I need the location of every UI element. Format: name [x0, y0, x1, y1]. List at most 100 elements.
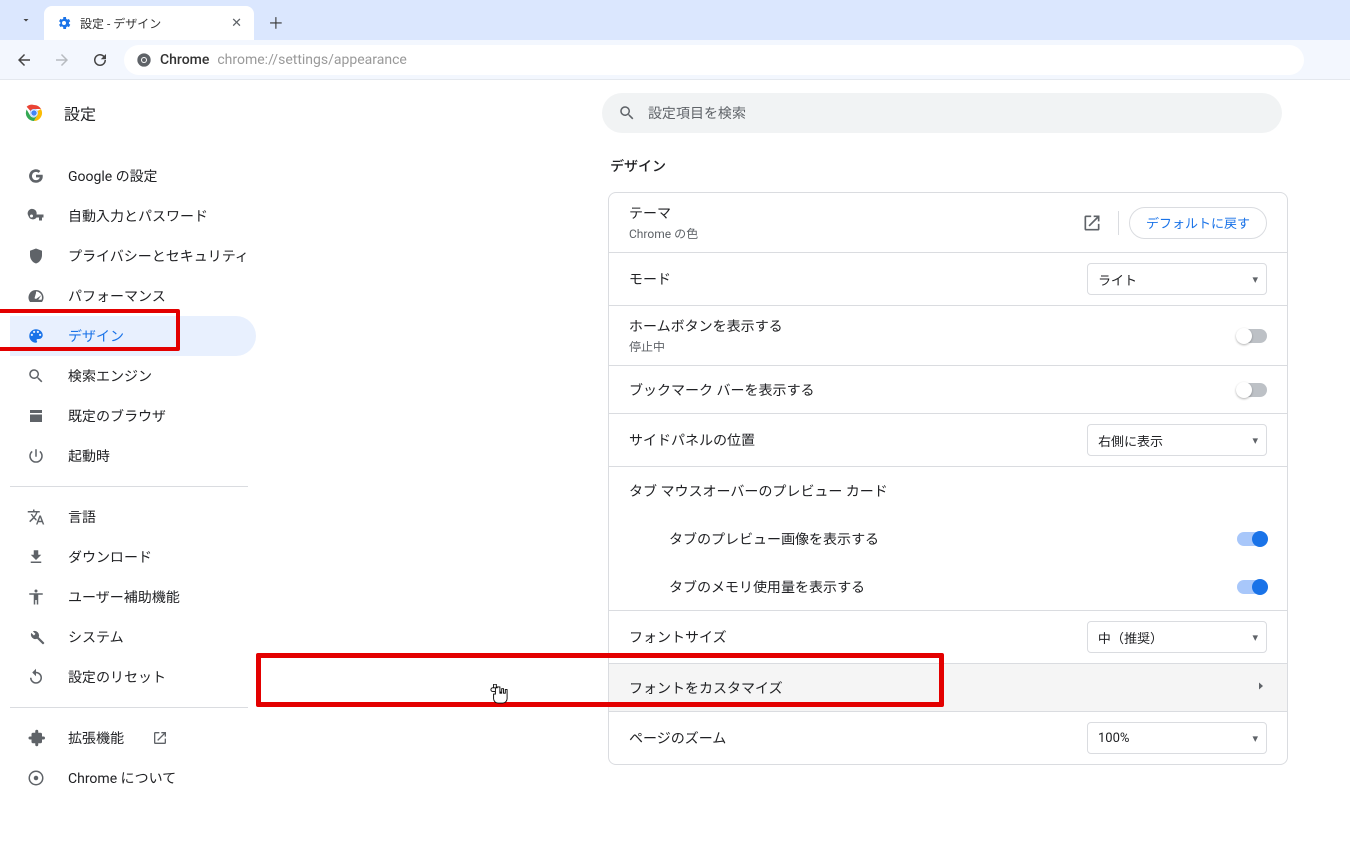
gear-icon — [56, 15, 72, 31]
sidebar-item-about[interactable]: Chrome について — [10, 758, 256, 798]
tab-preview-toggle[interactable] — [1237, 532, 1267, 546]
chevron-down-icon — [20, 14, 32, 26]
sidebar-item-google[interactable]: Google の設定 — [10, 156, 256, 196]
row-theme: テーマ Chrome の色 デフォルトに戻す — [609, 193, 1287, 253]
row-title: ホームボタンを表示する — [629, 316, 783, 336]
sidebar-item-search-engine[interactable]: 検索エンジン — [10, 356, 256, 396]
sidebar-item-reset[interactable]: 設定のリセット — [10, 657, 256, 697]
close-tab-button[interactable]: ✕ — [231, 16, 242, 31]
arrow-right-icon — [53, 51, 71, 69]
bookmarks-bar-toggle[interactable] — [1237, 383, 1267, 397]
tab-search-button[interactable] — [14, 8, 38, 32]
sidebar-item-system[interactable]: システム — [10, 617, 256, 657]
row-font-size: フォントサイズ 中（推奨） — [609, 611, 1287, 664]
sidebar-item-on-startup[interactable]: 起動時 — [10, 436, 256, 476]
settings-main: デザイン テーマ Chrome の色 デフォルトに戻す モード ライト ホームボ — [260, 146, 1350, 798]
settings-search[interactable]: 設定項目を検索 — [602, 93, 1282, 133]
row-title: タブ マウスオーバーのプレビュー カード — [629, 481, 888, 501]
sidebar-item-default-browser[interactable]: 既定のブラウザ — [10, 396, 256, 436]
address-bar[interactable]: Chrome chrome://settings/appearance — [124, 45, 1304, 75]
row-title: サイドパネルの位置 — [629, 430, 755, 450]
reset-theme-button[interactable]: デフォルトに戻す — [1129, 207, 1267, 239]
home-button-toggle[interactable] — [1237, 329, 1267, 343]
search-icon — [618, 104, 636, 122]
open-theme-button[interactable] — [1076, 207, 1108, 239]
sidebar-item-autofill[interactable]: 自動入力とパスワード — [10, 196, 256, 236]
wrench-icon — [26, 627, 46, 647]
url-text: chrome://settings/appearance — [217, 52, 407, 68]
new-tab-button[interactable]: ＋ — [262, 8, 290, 36]
row-tab-preview: タブのプレビュー画像を表示する — [609, 515, 1287, 563]
site-info[interactable]: Chrome — [136, 52, 209, 68]
search-icon — [26, 366, 46, 386]
sidebar-item-label: 自動入力とパスワード — [68, 206, 208, 226]
button-label: デフォルトに戻す — [1146, 213, 1250, 232]
sidebar-item-appearance[interactable]: デザイン — [10, 316, 256, 356]
sidebar-item-downloads[interactable]: ダウンロード — [10, 537, 256, 577]
appearance-card: テーマ Chrome の色 デフォルトに戻す モード ライト ホームボタンを表示… — [608, 192, 1288, 765]
select-value: 100% — [1098, 731, 1129, 746]
row-title: フォントをカスタマイズ — [629, 678, 783, 698]
secure-label: Chrome — [160, 52, 209, 68]
back-button[interactable] — [10, 46, 38, 74]
chrome-icon — [26, 768, 46, 788]
forward-button[interactable] — [48, 46, 76, 74]
browser-tab-strip: 設定 - デザイン ✕ ＋ — [0, 0, 1350, 40]
key-icon — [26, 206, 46, 226]
section-title: デザイン — [610, 156, 1350, 176]
tab-memory-toggle[interactable] — [1237, 580, 1267, 594]
sidebar-item-label: Chrome について — [68, 768, 176, 788]
sidebar-item-extensions[interactable]: 拡張機能 — [10, 718, 256, 758]
font-size-select[interactable]: 中（推奨） — [1087, 621, 1267, 653]
select-value: ライト — [1098, 270, 1137, 289]
restore-icon — [26, 667, 46, 687]
sidebar-item-label: 言語 — [68, 507, 96, 527]
download-icon — [26, 547, 46, 567]
sidebar-item-label: ダウンロード — [68, 547, 152, 567]
row-customize-fonts[interactable]: フォントをカスタマイズ — [609, 664, 1287, 712]
open-in-new-icon — [1082, 213, 1102, 233]
sidebar-item-label: ユーザー補助機能 — [68, 587, 180, 607]
sidebar-item-label: 起動時 — [68, 446, 110, 466]
chrome-icon — [136, 52, 152, 68]
search-placeholder: 設定項目を検索 — [648, 103, 746, 123]
mode-select[interactable]: ライト — [1087, 263, 1267, 295]
settings-body: Google の設定 自動入力とパスワード プライバシーとセキュリティ パフォー… — [0, 146, 1350, 798]
settings-brand: 設定 — [0, 101, 334, 125]
row-title: ページのズーム — [629, 728, 726, 748]
tab-title: 設定 - デザイン — [80, 15, 161, 32]
side-panel-select[interactable]: 右側に表示 — [1087, 424, 1267, 456]
row-bookmarks-bar: ブックマーク バーを表示する — [609, 366, 1287, 414]
sidebar-item-label: 既定のブラウザ — [68, 406, 166, 426]
page-zoom-select[interactable]: 100% — [1087, 722, 1267, 754]
sidebar-divider — [10, 486, 248, 487]
sidebar-item-label: 検索エンジン — [68, 366, 152, 386]
sidebar-item-accessibility[interactable]: ユーザー補助機能 — [10, 577, 256, 617]
row-tab-hover: タブ マウスオーバーのプレビュー カード — [609, 467, 1287, 515]
translate-icon — [26, 507, 46, 527]
row-home-button: ホームボタンを表示する 停止中 — [609, 306, 1287, 366]
reload-icon — [91, 51, 109, 69]
sidebar-item-languages[interactable]: 言語 — [10, 497, 256, 537]
shield-icon — [26, 246, 46, 266]
mouse-cursor-icon — [490, 684, 508, 706]
sidebar-item-label: 設定のリセット — [68, 667, 166, 687]
sidebar-item-label: パフォーマンス — [68, 286, 166, 306]
settings-title: 設定 — [64, 101, 96, 125]
chrome-logo-icon — [22, 101, 46, 125]
sidebar-item-performance[interactable]: パフォーマンス — [10, 276, 256, 316]
sidebar-divider — [10, 707, 248, 708]
select-value: 右側に表示 — [1098, 431, 1163, 450]
sidebar-item-label: システム — [68, 627, 124, 647]
settings-header: 設定 設定項目を検索 — [0, 80, 1350, 146]
sidebar-item-privacy[interactable]: プライバシーとセキュリティ — [10, 236, 256, 276]
browser-toolbar: Chrome chrome://settings/appearance — [0, 40, 1350, 80]
sidebar-item-label: Google の設定 — [68, 166, 158, 186]
reload-button[interactable] — [86, 46, 114, 74]
row-title: タブのメモリ使用量を表示する — [669, 577, 865, 597]
browser-tab[interactable]: 設定 - デザイン ✕ — [44, 6, 254, 40]
row-title: テーマ — [629, 203, 698, 223]
row-title: モード — [629, 269, 671, 289]
sidebar-item-label: 拡張機能 — [68, 728, 124, 748]
sidebar-item-label: デザイン — [68, 326, 124, 346]
